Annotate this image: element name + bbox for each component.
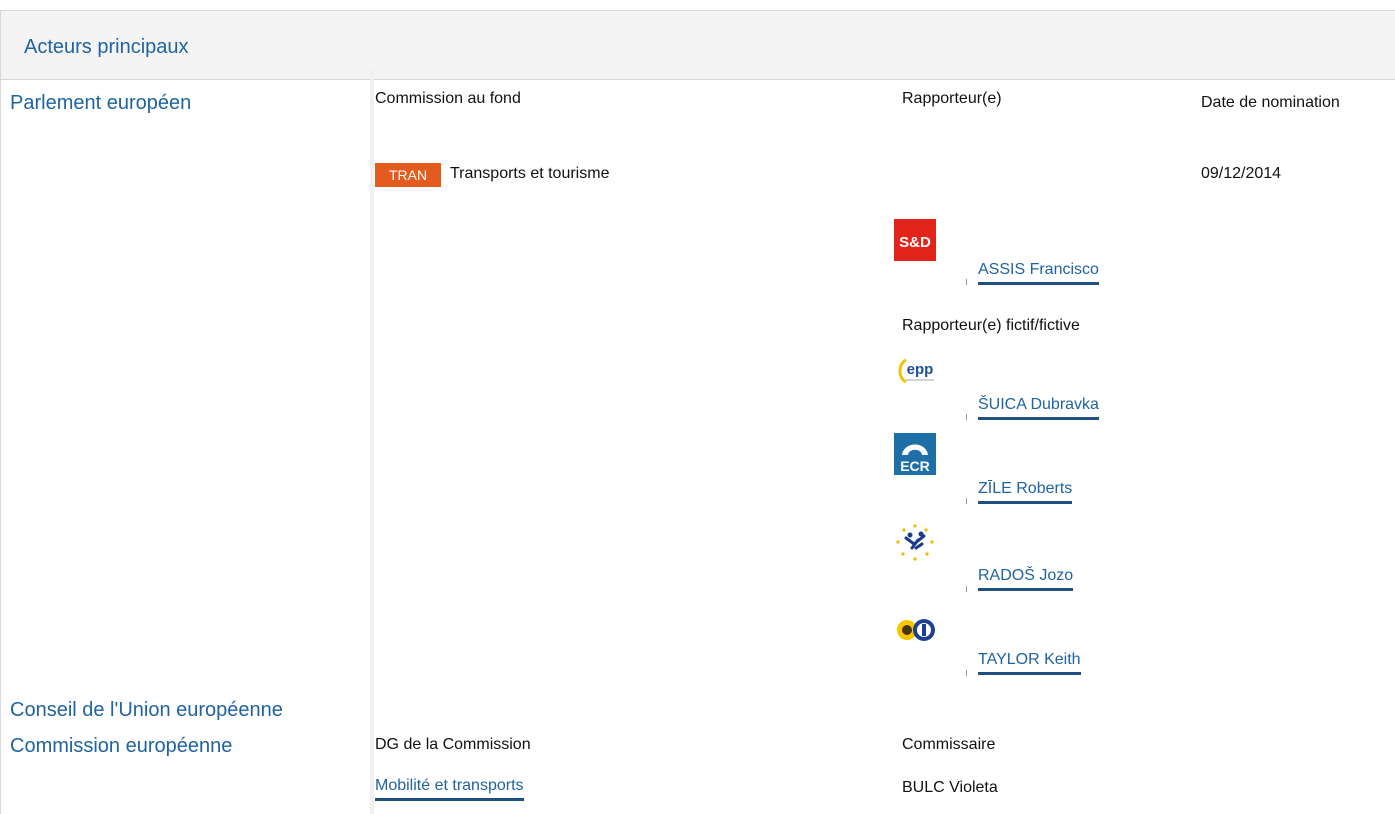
- header-rapporteur: Rapporteur(e): [902, 90, 1002, 107]
- header-committee: Commission au fond: [375, 90, 521, 107]
- shadow-rapporteur-link[interactable]: TAYLOR Keith: [978, 651, 1081, 675]
- shadow-rapporteur-label: Rapporteur(e) fictif/fictive: [902, 317, 1080, 334]
- epp-logo-text: epp: [907, 361, 934, 378]
- appointment-date: 09/12/2014: [1201, 165, 1282, 182]
- institution-council: Conseil de l'Union européenne: [10, 699, 283, 721]
- sd-logo-text: S&D: [899, 234, 931, 251]
- greens-efa-group-logo-icon: [893, 614, 939, 646]
- column-divider: [370, 70, 374, 814]
- divider-tick: [966, 279, 967, 285]
- shadow-rapporteur-link[interactable]: ŠUICA Dubravka: [978, 396, 1099, 420]
- institution-commission: Commission européenne: [10, 735, 233, 757]
- sd-group-logo-icon: S&D: [894, 219, 936, 261]
- shadow-rapporteur-link[interactable]: ZĪLE Roberts: [978, 480, 1073, 504]
- header-commissioner: Commissaire: [902, 736, 996, 753]
- header-commission-dg: DG de la Commission: [375, 736, 531, 753]
- divider-tick: [966, 498, 967, 504]
- divider-tick: [966, 414, 967, 420]
- institution-parliament: Parlement européen: [10, 92, 192, 114]
- key-players-panel: Acteurs principaux: [0, 10, 1395, 814]
- rapporteur-link[interactable]: ASSIS Francisco: [978, 261, 1099, 285]
- commissioner-name: BULC Violeta: [902, 779, 998, 796]
- efdd-group-logo-icon: [894, 522, 936, 564]
- divider-tick: [966, 586, 967, 592]
- ecr-group-logo-icon: ECR: [894, 433, 936, 475]
- committee-badge-tran[interactable]: TRAN: [375, 163, 441, 187]
- header-appointment-date: Date de nomination: [1201, 94, 1340, 111]
- shadow-rapporteur-link[interactable]: RADOŠ Jozo: [978, 567, 1074, 591]
- epp-group-logo-icon: epp: [896, 350, 940, 394]
- commission-dg-link[interactable]: Mobilité et transports: [375, 777, 524, 801]
- panel-title: Acteurs principaux: [24, 36, 189, 58]
- ecr-logo-text: ECR: [900, 458, 930, 474]
- panel-header: Acteurs principaux: [1, 11, 1395, 80]
- committee-name: Transports et tourisme: [450, 165, 610, 182]
- divider-tick: [966, 670, 967, 676]
